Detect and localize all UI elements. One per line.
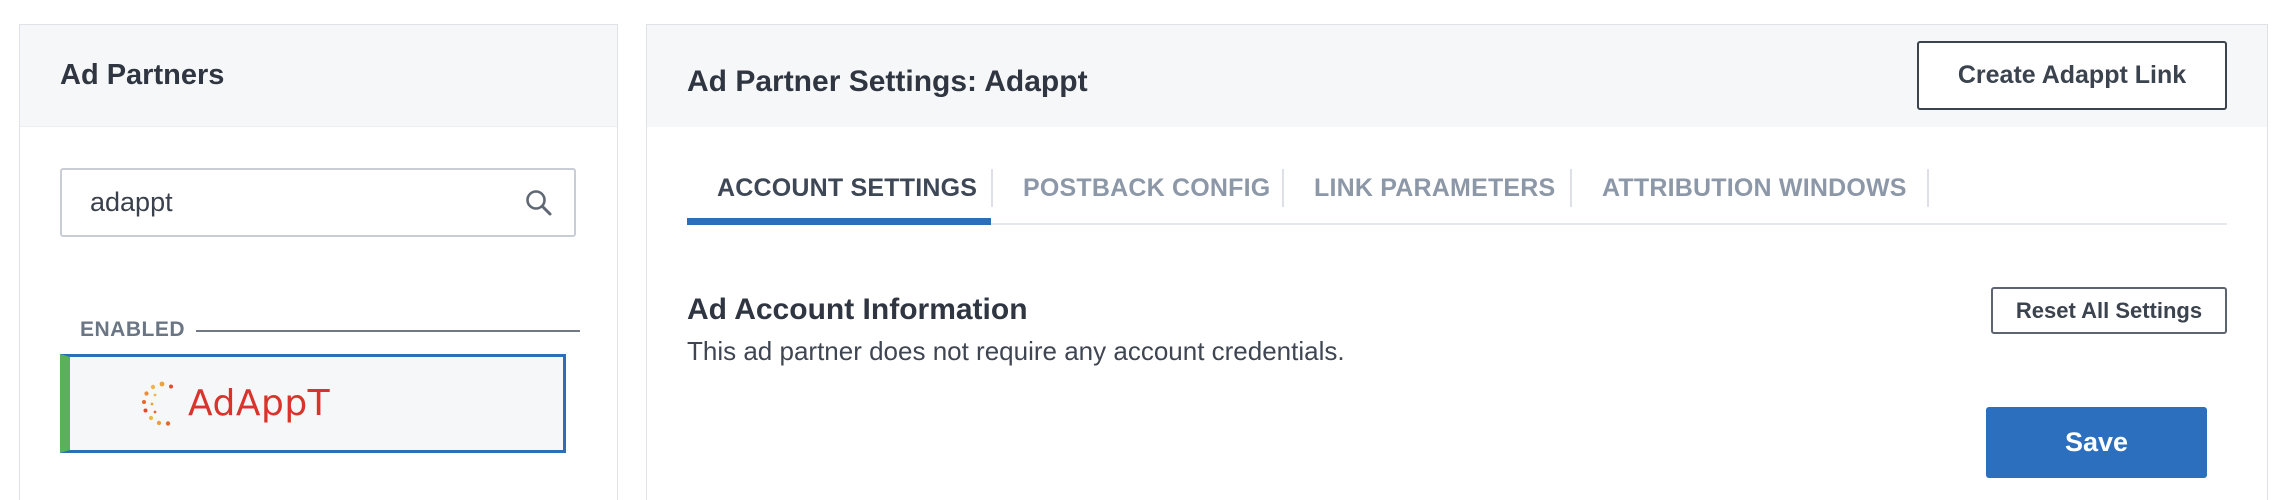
partner-search-box [60, 168, 576, 237]
adappt-logo-mark [142, 381, 173, 426]
tab-separator [1927, 169, 1929, 207]
partner-item-adappt[interactable]: AdAppT [60, 354, 566, 453]
adappt-logo: AdAppT [140, 380, 330, 428]
ad-partners-panel: Ad Partners ENABLED [19, 24, 618, 500]
partner-settings-header: Ad Partner Settings: Adappt Create Adapp… [647, 25, 2267, 127]
ad-partners-header: Ad Partners [20, 25, 617, 127]
partner-search-input[interactable] [62, 170, 504, 235]
tab-link-parameters[interactable]: LINK PARAMETERS [1284, 167, 1570, 223]
ad-partners-title: Ad Partners [60, 59, 225, 91]
settings-tabs: ACCOUNT SETTINGS POSTBACK CONFIG LINK PA… [687, 167, 2227, 225]
adappt-logo-text: AdAppT [188, 383, 331, 424]
page: Ad Partners ENABLED [0, 0, 2286, 500]
enabled-section-label: ENABLED [80, 318, 186, 341]
create-link-button[interactable]: Create Adappt Link [1917, 41, 2227, 110]
section-description: This ad partner does not require any acc… [687, 336, 1345, 366]
page-title: Ad Partner Settings: Adappt [687, 65, 1088, 98]
reset-settings-button[interactable]: Reset All Settings [1991, 287, 2227, 334]
section-title: Ad Account Information [687, 293, 1028, 326]
tab-postback-config[interactable]: POSTBACK CONFIG [993, 167, 1282, 223]
save-button[interactable]: Save [1986, 407, 2207, 478]
tab-account-settings[interactable]: ACCOUNT SETTINGS [687, 167, 991, 225]
section-divider [196, 330, 580, 332]
partner-settings-panel: Ad Partner Settings: Adappt Create Adapp… [646, 24, 2268, 500]
tab-attribution-windows[interactable]: ATTRIBUTION WINDOWS [1572, 167, 1927, 223]
search-icon[interactable] [504, 170, 574, 235]
